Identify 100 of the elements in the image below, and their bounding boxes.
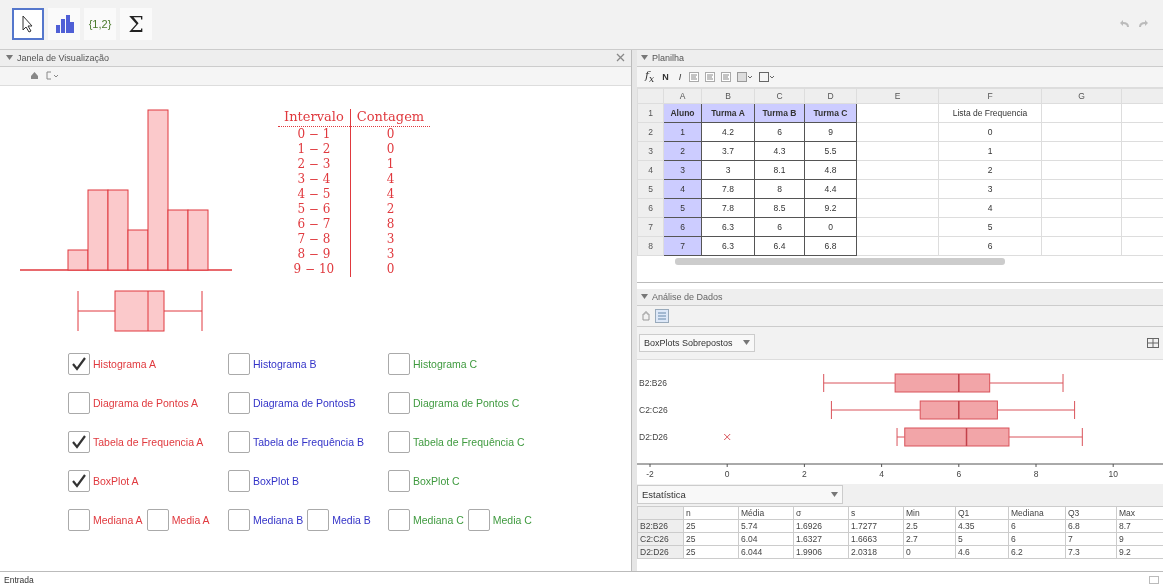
checkbox[interactable]	[68, 508, 90, 531]
scrollbar[interactable]	[675, 258, 1005, 266]
table-cell[interactable]: Lista de Frequencia	[938, 103, 1042, 123]
tool-button[interactable]	[48, 8, 80, 41]
column-header[interactable]: B	[701, 88, 755, 104]
table-cell[interactable]: 5	[938, 217, 1042, 237]
checkbox[interactable]	[68, 469, 90, 492]
checkbox[interactable]	[68, 391, 90, 414]
table-cell[interactable]: 1	[938, 141, 1042, 161]
table-cell: 9 − 10	[278, 261, 351, 277]
checkbox[interactable]	[146, 508, 169, 531]
format-button[interactable]: I	[676, 71, 684, 82]
table-cell[interactable]: 6	[754, 122, 805, 142]
column-header: Max	[1116, 506, 1163, 520]
table-icon[interactable]	[655, 308, 669, 323]
checkbox[interactable]	[228, 469, 250, 492]
checkbox[interactable]	[228, 391, 250, 414]
color-icon[interactable]	[737, 71, 754, 82]
column-header[interactable]: E	[856, 88, 939, 104]
table-cell: 3	[350, 246, 431, 262]
table-cell[interactable]: 6.3	[701, 236, 755, 256]
table-cell[interactable]: 7.8	[701, 179, 755, 199]
dropdown-arrow-icon[interactable]	[831, 492, 838, 498]
checkbox[interactable]	[388, 391, 410, 414]
table-cell: 0 − 1	[278, 126, 351, 142]
tool-button[interactable]	[12, 8, 44, 41]
table-cell[interactable]: 9.2	[804, 198, 857, 218]
table-cell[interactable]: 6	[938, 236, 1042, 256]
table-cell: 3 − 4	[278, 171, 351, 187]
dropdown-arrow-icon[interactable]	[742, 340, 750, 346]
table-cell[interactable]: 6	[754, 217, 805, 237]
checkbox-label: Mediana A	[93, 513, 143, 526]
table-cell[interactable]: 3	[701, 160, 755, 180]
home-icon[interactable]	[30, 71, 39, 81]
tool-button[interactable]: Σ	[120, 8, 152, 41]
border-icon[interactable]	[759, 71, 776, 82]
column-header[interactable]: C	[754, 88, 805, 104]
statistics-dropdown[interactable]: Estatística	[637, 485, 843, 505]
align-left-icon[interactable]	[689, 71, 700, 82]
caret-icon[interactable]	[641, 55, 648, 61]
format-button[interactable]: N	[660, 71, 671, 82]
table-cell: 5.74	[738, 519, 794, 533]
table-cell[interactable]: 4.2	[701, 122, 755, 142]
checkbox-label: Tabela de Frequência C	[413, 435, 525, 448]
table-cell[interactable]: 4	[938, 198, 1042, 218]
column-header: Média	[738, 506, 794, 520]
table-cell[interactable]: 4.8	[804, 160, 857, 180]
checkbox[interactable]	[388, 469, 410, 492]
function-button[interactable]: f$_{x}$	[645, 69, 655, 85]
column-header[interactable]: A	[663, 88, 702, 104]
align-center-icon[interactable]	[705, 71, 716, 82]
column-header[interactable]: D	[804, 88, 857, 104]
table-cell[interactable]: 0	[804, 217, 857, 237]
align-right-icon[interactable]	[721, 71, 732, 82]
table-cell[interactable]: 8.1	[754, 160, 805, 180]
table-cell[interactable]: 3	[938, 179, 1042, 199]
caret-icon[interactable]	[6, 55, 13, 61]
checkbox[interactable]	[467, 508, 490, 531]
pointer-icon	[20, 15, 36, 34]
checkbox-label: Diagrama de Pontos A	[93, 396, 199, 409]
checkbox[interactable]	[307, 508, 330, 531]
table-cell[interactable]: 4.4	[804, 179, 857, 199]
checkbox[interactable]	[228, 508, 250, 531]
tick-label: 2	[802, 468, 807, 479]
checkbox[interactable]	[228, 430, 250, 453]
table-cell[interactable]: 5.5	[804, 141, 857, 161]
table-cell[interactable]: 8.5	[754, 198, 805, 218]
checkbox[interactable]	[228, 352, 250, 375]
checkbox[interactable]	[388, 430, 410, 453]
column-header: σ	[793, 506, 849, 520]
checkbox-label: Diagrama de PontosB	[253, 396, 356, 409]
column-header[interactable]: F	[938, 88, 1042, 104]
plot-type-dropdown[interactable]: BoxPlots Sobrepostos	[639, 333, 755, 352]
table-cell[interactable]: 0	[938, 122, 1042, 142]
close-icon[interactable]	[616, 53, 625, 63]
table-cell[interactable]: 4.3	[754, 141, 805, 161]
checkbox[interactable]	[68, 352, 90, 375]
table-cell[interactable]: 8	[754, 179, 805, 199]
checkbox[interactable]	[388, 352, 410, 375]
column-header[interactable]: G	[1041, 88, 1122, 104]
table-cell[interactable]: 6.8	[804, 236, 857, 256]
table-cell[interactable]: 6.3	[701, 217, 755, 237]
tool-button[interactable]: {1,2}	[84, 8, 116, 41]
table-cell[interactable]: 9	[804, 122, 857, 142]
checkbox[interactable]	[388, 508, 410, 531]
column-header: Contagem	[350, 108, 431, 127]
table-cell: 3	[350, 231, 431, 247]
checkbox-label: Tabela de Frequencia A	[93, 435, 204, 448]
table-cell[interactable]: 2	[938, 160, 1042, 180]
caret-icon[interactable]	[641, 294, 648, 300]
checkbox[interactable]	[68, 430, 90, 453]
table-cell[interactable]: 7.8	[701, 198, 755, 218]
table-cell[interactable]: 6.4	[754, 236, 805, 256]
options-icon[interactable]	[1147, 337, 1159, 348]
tick-label: 8	[1033, 468, 1039, 479]
table-cell: 2 − 3	[278, 156, 351, 172]
table-cell[interactable]: 3.7	[701, 141, 755, 161]
outlier-mark	[723, 433, 731, 441]
table-cell: 6	[1008, 532, 1066, 546]
style-icon[interactable]	[45, 71, 59, 81]
